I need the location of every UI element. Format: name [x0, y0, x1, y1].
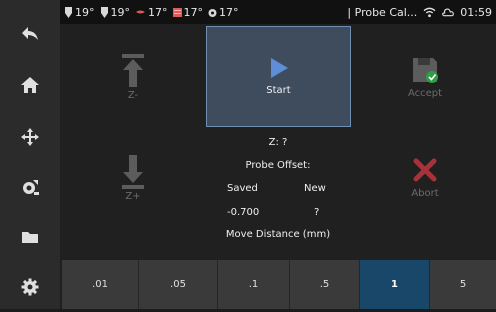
distance-option[interactable]: 5: [430, 260, 496, 309]
distance-option-label: .1: [248, 279, 259, 290]
heatbed-icon: [172, 7, 182, 17]
z-plus-button[interactable]: Z+: [68, 136, 198, 220]
accept-label: Accept: [407, 87, 443, 99]
page-title: | Probe Cal...: [347, 5, 418, 19]
home-icon: [21, 77, 39, 93]
z-minus-label: Z-: [127, 89, 139, 101]
move-button[interactable]: [0, 112, 60, 162]
move-distance-label: Move Distance (mm): [225, 229, 331, 240]
distance-option[interactable]: .01: [62, 260, 139, 309]
extruder2-temp-value: 19°: [110, 5, 131, 19]
distance-option-label: .05: [170, 279, 186, 290]
files-button[interactable]: [0, 212, 60, 262]
heater-temp: 17°: [135, 6, 168, 19]
heater-temp-value: 17°: [148, 5, 168, 19]
heater-icon: [136, 10, 145, 13]
distance-option[interactable]: .1: [218, 260, 290, 309]
heatbed-temp: 17°: [172, 5, 204, 19]
settings-icon: [21, 278, 39, 296]
cloud-icon: [442, 8, 455, 17]
distance-option[interactable]: .05: [139, 260, 218, 309]
mcu-temp: 17°: [208, 6, 239, 19]
settings-button[interactable]: [0, 262, 60, 312]
back-icon: [22, 27, 38, 40]
play-icon: [270, 58, 288, 78]
new-label: New: [304, 183, 326, 194]
new-value: ?: [314, 207, 320, 218]
extruder2-temp: 19°: [100, 5, 131, 19]
extruder-icon: [100, 6, 108, 18]
start-label: Start: [266, 85, 291, 96]
distance-option-label: 1: [391, 279, 398, 290]
save-icon: [413, 57, 438, 83]
arrow-down-icon: [122, 154, 144, 189]
z-plus-label: Z+: [125, 190, 141, 202]
z-value: Z: ?: [268, 137, 288, 148]
saved-value: -0.700: [227, 207, 260, 218]
home-button[interactable]: [0, 60, 60, 110]
close-icon: [413, 158, 437, 181]
z-minus-button[interactable]: Z-: [68, 32, 198, 122]
mcu-temp-value: 17°: [219, 5, 239, 19]
back-button[interactable]: [0, 8, 60, 58]
heatbed-temp-value: 17°: [183, 5, 204, 19]
sidebar: [0, 0, 60, 309]
extruder-temp: 19°: [64, 6, 95, 19]
distance-option-label: .01: [92, 279, 108, 290]
extrude-button[interactable]: [0, 162, 60, 212]
move-distance-selector: .01 .05 .1 .5 1 5: [60, 260, 496, 309]
saved-label: Saved: [227, 183, 258, 194]
start-button[interactable]: Start: [206, 26, 351, 127]
abort-button[interactable]: Abort: [360, 136, 490, 220]
abort-label: Abort: [411, 187, 439, 199]
mcu-icon: [208, 8, 217, 17]
distance-option-selected[interactable]: 1: [360, 260, 430, 309]
probe-calibration-panel: Z- Start Accept Z+ Abort Z: ? Probe Offs…: [60, 24, 496, 309]
status-bar: 19° 19° 17° 17° 17° | Probe Cal... 01:59: [60, 0, 496, 24]
move-icon: [21, 128, 39, 146]
extruder-icon: [65, 6, 72, 18]
extruder-temp-value: 19°: [75, 5, 95, 19]
distance-option-label: 5: [459, 279, 467, 290]
arrow-up-icon: [122, 53, 144, 87]
status-right: | Probe Cal... 01:59: [347, 0, 492, 24]
probe-offset-title: Probe Offset:: [245, 160, 311, 171]
clock: 01:59: [460, 5, 492, 19]
distance-option[interactable]: .5: [290, 260, 360, 309]
folder-icon: [22, 232, 38, 243]
extrude-icon: [23, 180, 39, 195]
distance-option-label: .5: [319, 279, 330, 290]
wifi-icon: [423, 7, 436, 17]
accept-button[interactable]: Accept: [360, 32, 490, 122]
